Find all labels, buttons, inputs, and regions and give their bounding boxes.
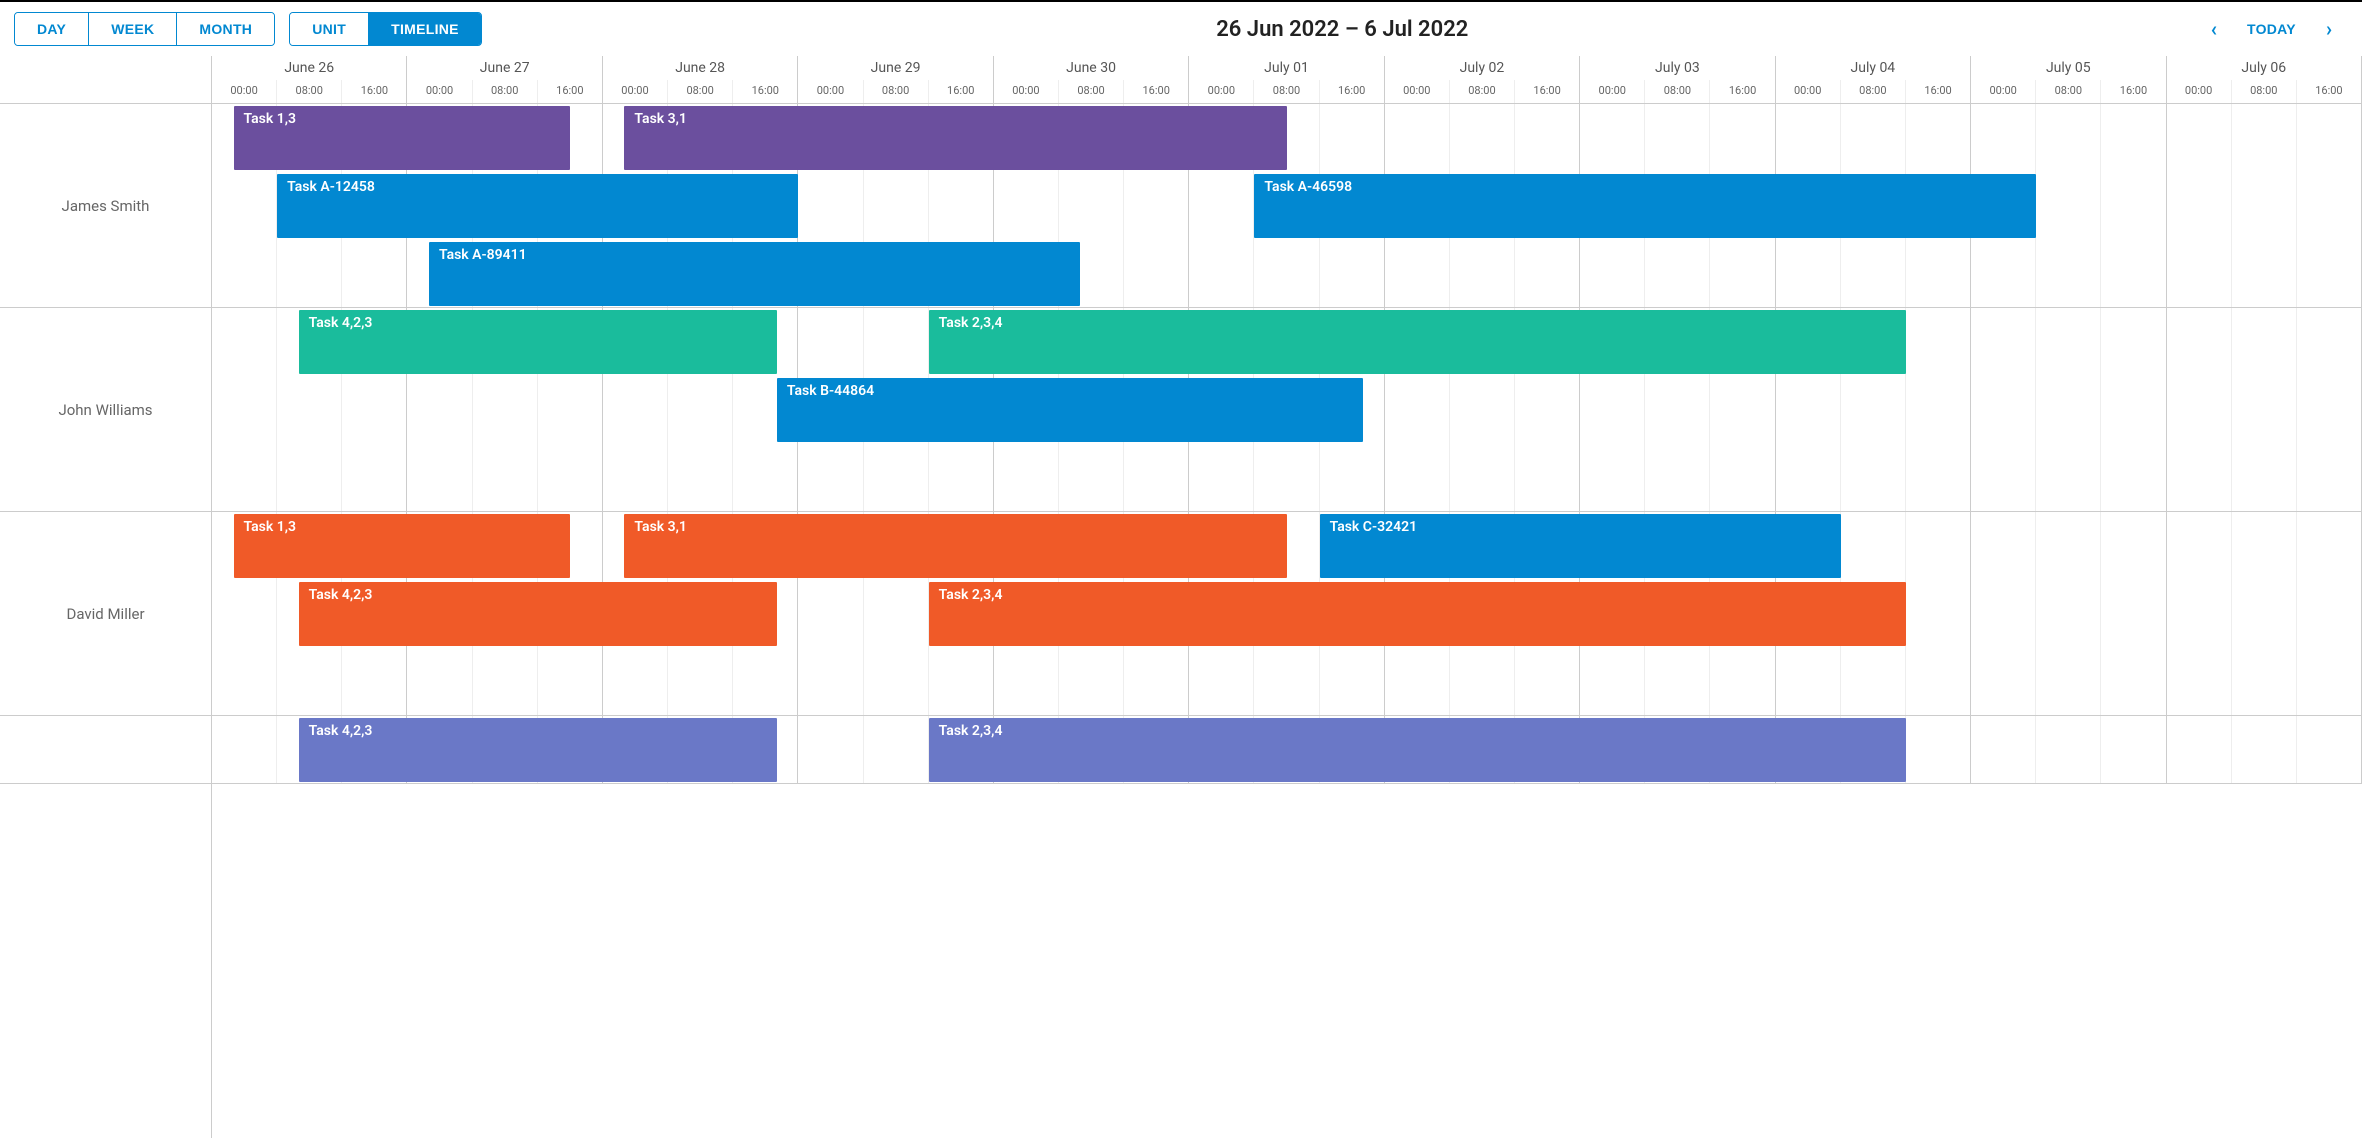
day-label: June 26 (212, 56, 406, 80)
date-range-title: 26 Jun 2022 – 6 Jul 2022 (496, 17, 2189, 42)
day-label: June 28 (603, 56, 797, 80)
resource-row: John Williams (0, 308, 211, 512)
hour-label: 16:00 (2101, 80, 2165, 103)
hour-label: 00:00 (798, 80, 863, 103)
day-label: July 03 (1580, 56, 1774, 80)
event-bar[interactable]: Task A-89411 (429, 242, 1081, 306)
event-bar[interactable]: Task C-32421 (1320, 514, 1841, 578)
event-bar[interactable]: Task 1,3 (234, 106, 571, 170)
hour-label: 08:00 (277, 80, 342, 103)
hour-label: 00:00 (1580, 80, 1645, 103)
hour-label: 08:00 (1450, 80, 1515, 103)
resource-lane: Task 1,3 Task 3,1 Task C-32421 Task 4,2,3 Ta… (212, 512, 2362, 716)
view-group-mode: UNITTIMELINE (289, 12, 482, 46)
resource-header-blank (0, 56, 211, 104)
day-column: July 0600:0008:0016:00 (2167, 56, 2362, 103)
hour-label: 08:00 (1254, 80, 1319, 103)
event-bar[interactable]: Task 2,3,4 (929, 718, 1906, 782)
day-column: June 2600:0008:0016:00 (212, 56, 407, 103)
hour-label: 00:00 (2167, 80, 2232, 103)
view-button-unit[interactable]: UNIT (290, 13, 369, 45)
day-label: June 29 (798, 56, 992, 80)
hour-label: 08:00 (668, 80, 733, 103)
view-button-timeline[interactable]: TIMELINE (369, 13, 481, 45)
view-button-week[interactable]: WEEK (89, 13, 177, 45)
resource-lane: Task 4,2,3 Task 2,3,4Task B-44864 (212, 308, 2362, 512)
hour-label: 00:00 (1971, 80, 2036, 103)
day-label: July 02 (1385, 56, 1579, 80)
event-bar[interactable]: Task 4,2,3 (299, 310, 777, 374)
day-column: July 0200:0008:0016:00 (1385, 56, 1580, 103)
hour-label: 08:00 (2036, 80, 2101, 103)
event-bar[interactable]: Task 1,3 (234, 514, 571, 578)
day-label: July 04 (1776, 56, 1970, 80)
event-bar[interactable]: Task 3,1 (624, 514, 1287, 578)
event-bar[interactable]: Task 2,3,4 (929, 310, 1906, 374)
hour-label: 00:00 (994, 80, 1059, 103)
hour-label: 16:00 (1515, 80, 1579, 103)
hour-label: 08:00 (2232, 80, 2297, 103)
view-button-month[interactable]: MONTH (177, 13, 274, 45)
day-column: June 2900:0008:0016:00 (798, 56, 993, 103)
resource-row: James Smith (0, 104, 211, 308)
day-label: June 27 (407, 56, 601, 80)
hour-label: 08:00 (473, 80, 538, 103)
event-bar[interactable]: Task 3,1 (624, 106, 1287, 170)
event-bar[interactable]: Task 4,2,3 (299, 582, 777, 646)
day-column: July 0500:0008:0016:00 (1971, 56, 2166, 103)
resource-lane: Task 4,2,3 Task 2,3,4 (212, 716, 2362, 784)
hour-label: 16:00 (342, 80, 406, 103)
event-bar[interactable]: Task 2,3,4 (929, 582, 1906, 646)
hour-label: 00:00 (1189, 80, 1254, 103)
hour-label: 00:00 (1776, 80, 1841, 103)
day-column: June 3000:0008:0016:00 (994, 56, 1189, 103)
day-column: July 0300:0008:0016:00 (1580, 56, 1775, 103)
nav-controls: ‹ TODAY › (2203, 13, 2348, 45)
resource-row: David Miller (0, 512, 211, 716)
hour-label: 16:00 (1320, 80, 1384, 103)
resource-column: James SmithJohn WilliamsDavid Miller (0, 56, 212, 1138)
hour-label: 08:00 (1841, 80, 1906, 103)
timeline-area[interactable]: June 2600:0008:0016:00June 2700:0008:001… (212, 56, 2362, 1138)
hour-label: 16:00 (1906, 80, 1970, 103)
hour-label: 00:00 (212, 80, 277, 103)
hour-label: 08:00 (864, 80, 929, 103)
hour-label: 16:00 (1124, 80, 1188, 103)
hour-label: 16:00 (538, 80, 602, 103)
event-bar[interactable]: Task 4,2,3 (299, 718, 777, 782)
view-group-period: DAYWEEKMONTH (14, 12, 275, 46)
scheduler: James SmithJohn WilliamsDavid Miller Jun… (0, 56, 2362, 1138)
resource-row (0, 716, 211, 784)
hour-label: 16:00 (929, 80, 993, 103)
day-column: July 0400:0008:0016:00 (1776, 56, 1971, 103)
day-label: July 06 (2167, 56, 2361, 80)
hour-label: 16:00 (1710, 80, 1774, 103)
event-bar[interactable]: Task A-12458 (277, 174, 798, 238)
today-button[interactable]: TODAY (2247, 21, 2296, 37)
day-column: June 2700:0008:0016:00 (407, 56, 602, 103)
day-column: July 0100:0008:0016:00 (1189, 56, 1384, 103)
day-label: June 30 (994, 56, 1188, 80)
hour-label: 00:00 (1385, 80, 1450, 103)
hour-label: 00:00 (603, 80, 668, 103)
event-bar[interactable]: Task A-46598 (1254, 174, 2036, 238)
toolbar: DAYWEEKMONTH UNITTIMELINE 26 Jun 2022 – … (0, 2, 2362, 56)
timeline-body: Task 1,3Task 3,1Task A-12458Task A-46598… (212, 104, 2362, 784)
hour-label: 08:00 (1059, 80, 1124, 103)
event-bar[interactable]: Task B-44864 (777, 378, 1363, 442)
hour-label: 08:00 (1645, 80, 1710, 103)
day-label: July 05 (1971, 56, 2165, 80)
prev-arrow-icon[interactable]: ‹ (2203, 13, 2225, 45)
hour-label: 16:00 (2297, 80, 2361, 103)
next-arrow-icon[interactable]: › (2318, 13, 2340, 45)
day-label: July 01 (1189, 56, 1383, 80)
resource-lane: Task 1,3 Task 3,1Task A-12458 Task A-46598… (212, 104, 2362, 308)
day-column: June 2800:0008:0016:00 (603, 56, 798, 103)
hour-label: 00:00 (407, 80, 472, 103)
timeline-header: June 2600:0008:0016:00June 2700:0008:001… (212, 56, 2362, 104)
view-button-day[interactable]: DAY (15, 13, 89, 45)
hour-label: 16:00 (733, 80, 797, 103)
